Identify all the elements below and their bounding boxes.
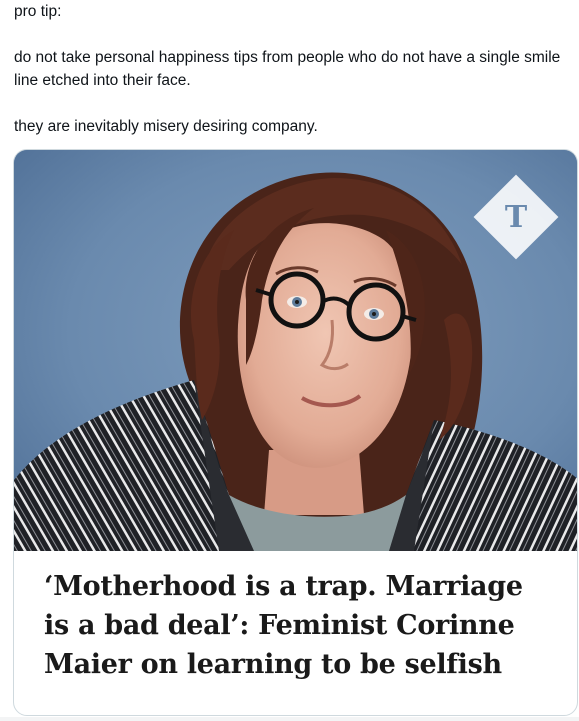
tweet-line-advice: do not take personal happiness tips from… (14, 49, 561, 89)
page-bottom-edge (0, 717, 579, 721)
tweet-line-pro-tip: pro tip: (14, 3, 62, 20)
article-headline[interactable]: ‘Motherhood is a trap. Marriage is a bad… (44, 567, 554, 684)
svg-text:T: T (505, 200, 528, 235)
portrait-illustration: T (14, 150, 577, 551)
article-photo[interactable]: T (14, 150, 577, 551)
tweet-text: pro tip: do not take personal happiness … (14, 0, 570, 138)
link-preview-card[interactable]: T ‘Motherhood is a trap. Marriage is a b… (13, 149, 578, 716)
tweet-line-conclusion: they are inevitably misery desiring comp… (14, 118, 318, 135)
